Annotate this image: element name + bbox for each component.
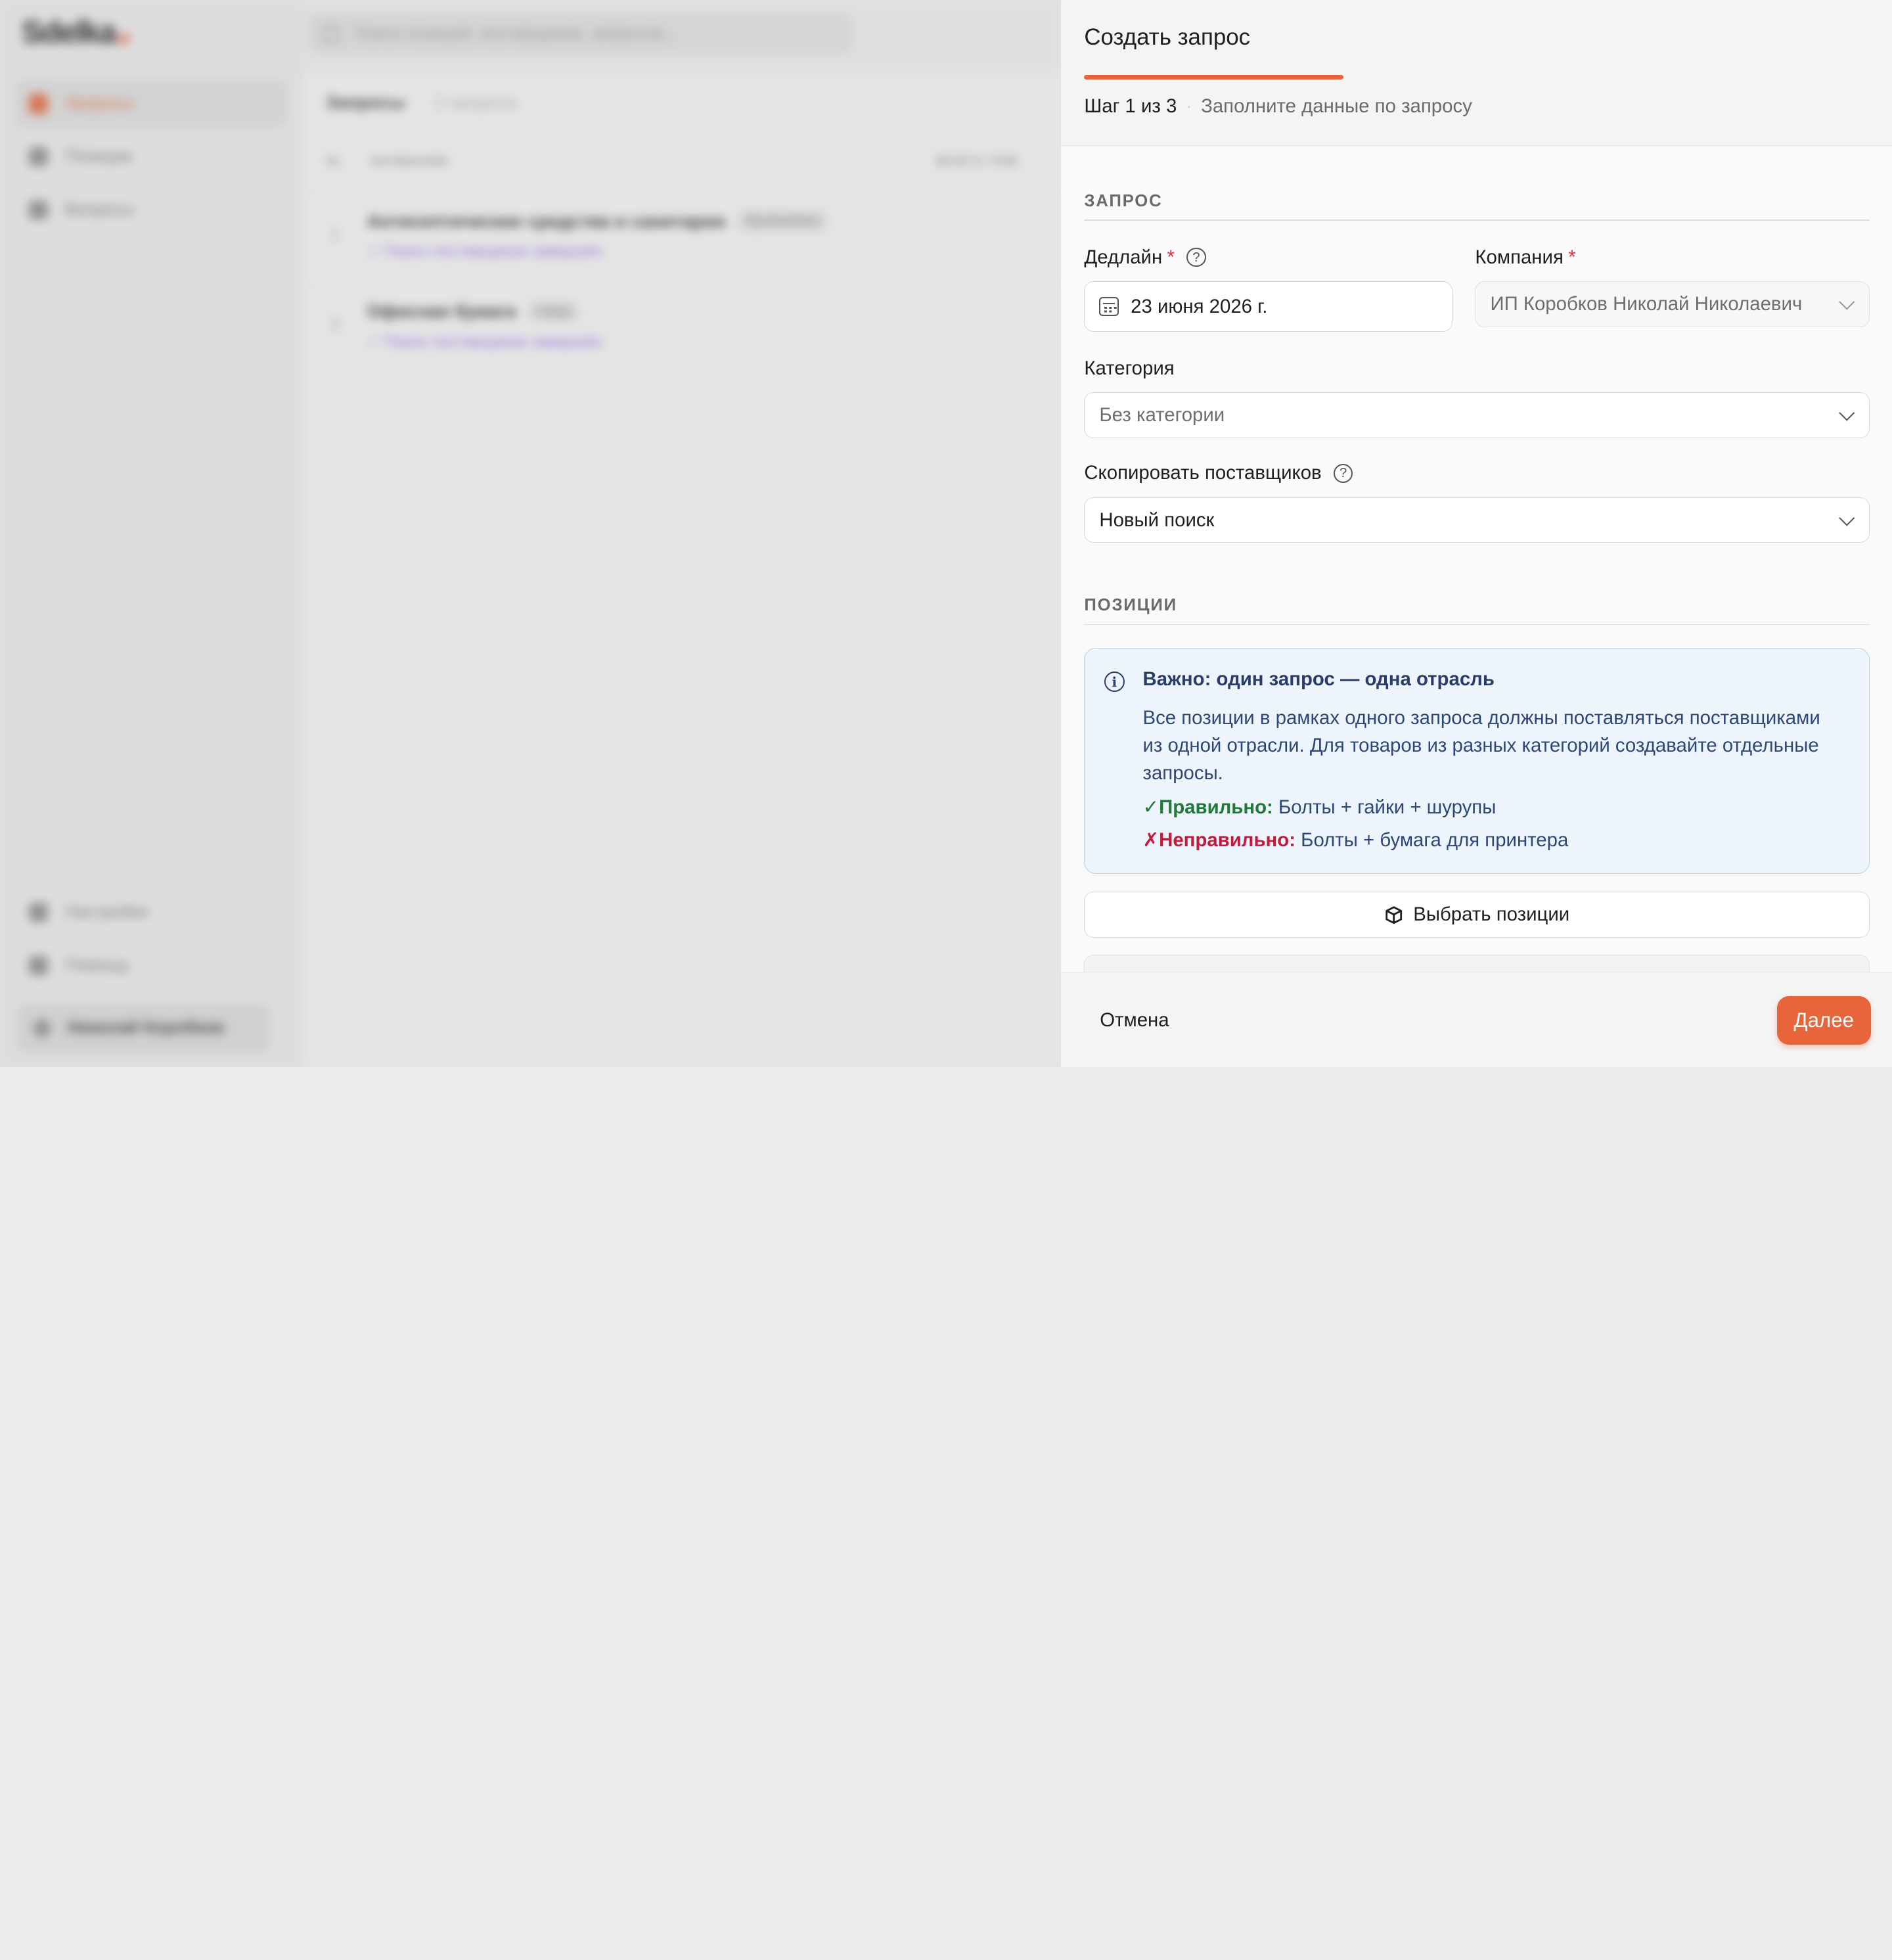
step-hint: Заполните данные по запросу bbox=[1201, 95, 1472, 118]
step-counter: Шаг 1 из 3 bbox=[1084, 95, 1177, 118]
required-mark: * bbox=[1167, 246, 1175, 268]
chevron-down-icon bbox=[1839, 510, 1855, 526]
company-select[interactable]: ИП Коробков Николай Николаевич bbox=[1475, 281, 1870, 327]
help-icon[interactable]: ? bbox=[1186, 247, 1206, 267]
next-button[interactable]: Далее bbox=[1776, 996, 1871, 1045]
required-mark: * bbox=[1568, 246, 1576, 268]
section-title-request: ЗАПРОС bbox=[1084, 192, 1163, 211]
drawer-footer: Отмена Далее bbox=[1061, 971, 1892, 1067]
drawer-body[interactable]: ЗАПРОС Дедлайн * ? 23 июня 2026 г. Компан… bbox=[1084, 146, 1870, 972]
company-value: ИП Коробков Николай Николаевич bbox=[1490, 292, 1803, 315]
category-value: Без категории bbox=[1099, 403, 1225, 426]
copy-suppliers-label-text: Скопировать поставщиков bbox=[1084, 462, 1322, 484]
cancel-button[interactable]: Отмена bbox=[1085, 999, 1183, 1042]
deadline-value: 23 июня 2026 г. bbox=[1131, 295, 1268, 317]
info-icon: i bbox=[1104, 672, 1125, 693]
drawer-title: Создать запрос bbox=[1084, 24, 1251, 50]
box-icon bbox=[1385, 905, 1403, 924]
company-label: Компания * bbox=[1475, 246, 1575, 269]
select-positions-label: Выбрать позиции bbox=[1413, 903, 1570, 926]
correct-text: Болты + гайки + шурупы bbox=[1273, 796, 1497, 819]
step-indicator: Шаг 1 из 3 · Заполните данные по запросу bbox=[1084, 95, 1472, 118]
callout-wrong-example: ✗Неправильно: Болты + бумага для принтер… bbox=[1143, 829, 1569, 852]
callout-title: Важно: один запрос — одна отрасль bbox=[1142, 668, 1495, 690]
help-icon[interactable]: ? bbox=[1334, 463, 1353, 484]
create-request-drawer: Создать запрос Шаг 1 из 3 · Заполните да… bbox=[1060, 0, 1892, 1067]
deadline-date-picker[interactable]: 23 июня 2026 г. bbox=[1084, 281, 1453, 332]
copy-suppliers-select[interactable]: Новый поиск bbox=[1084, 497, 1870, 543]
positions-list-peek bbox=[1084, 954, 1870, 972]
wrong-label: ✗Неправильно: bbox=[1142, 829, 1296, 851]
copy-suppliers-label: Скопировать поставщиков ? bbox=[1084, 462, 1353, 484]
callout-text: Все позиции в рамках одного запроса долж… bbox=[1142, 706, 1820, 785]
step-progress-bar bbox=[1084, 74, 1344, 80]
company-label-text: Компания bbox=[1475, 246, 1564, 268]
divider bbox=[1084, 624, 1870, 626]
deadline-label: Дедлайн * ? bbox=[1084, 246, 1206, 269]
modal-overlay[interactable] bbox=[0, 0, 1062, 1067]
chevron-down-icon bbox=[1839, 294, 1855, 309]
callout-correct-example: ✓Правильно: Болты + гайки + шурупы bbox=[1143, 796, 1497, 819]
deadline-label-text: Дедлайн bbox=[1084, 246, 1163, 268]
category-label: Категория bbox=[1084, 357, 1174, 380]
category-select[interactable]: Без категории bbox=[1084, 392, 1870, 438]
select-positions-button[interactable]: Выбрать позиции bbox=[1084, 892, 1870, 938]
drawer-header: Создать запрос Шаг 1 из 3 · Заполните да… bbox=[1061, 0, 1892, 147]
copy-suppliers-value: Новый поиск bbox=[1099, 509, 1215, 531]
calendar-icon bbox=[1099, 296, 1119, 317]
industry-info-callout: i Важно: один запрос — одна отрасль Все … bbox=[1084, 648, 1870, 874]
step-separator: · bbox=[1186, 98, 1192, 115]
chevron-down-icon bbox=[1839, 405, 1855, 421]
wrong-text: Болты + бумага для принтера bbox=[1295, 829, 1569, 851]
screen: Sdelka.ai Запросы Позиции Вопросы Настро… bbox=[0, 0, 1892, 1067]
section-title-positions: ПОЗИЦИИ bbox=[1084, 596, 1177, 615]
correct-label: ✓Правильно: bbox=[1142, 796, 1273, 819]
category-label-text: Категория bbox=[1084, 357, 1175, 379]
divider bbox=[1084, 219, 1870, 221]
